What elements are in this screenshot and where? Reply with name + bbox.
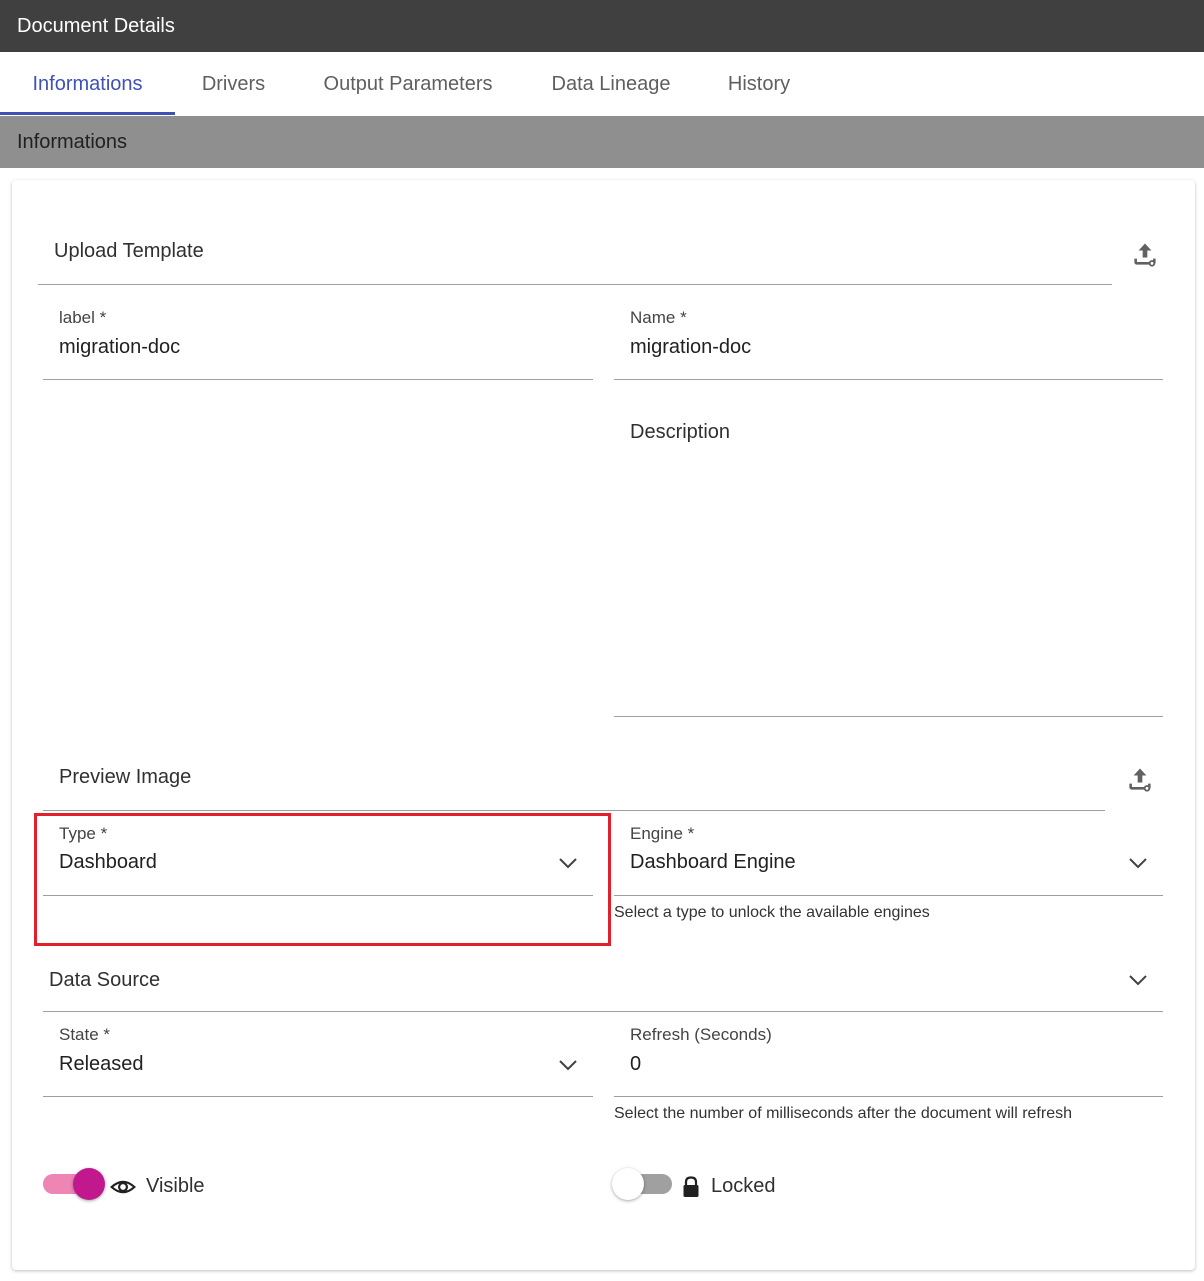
engine-chevron-down-icon[interactable] <box>1126 851 1150 875</box>
state-chevron-down-icon[interactable] <box>556 1053 580 1077</box>
engine-select[interactable]: Dashboard Engine <box>630 851 1110 874</box>
lock-icon <box>683 1176 699 1197</box>
engine-underline <box>614 895 1163 896</box>
refresh-underline <box>614 1096 1163 1097</box>
tab-data-lineage[interactable]: Data Lineage <box>536 52 686 116</box>
visible-label: Visible <box>146 1175 205 1197</box>
upload-template-label: Upload Template <box>54 240 204 262</box>
visible-toggle[interactable] <box>43 1166 105 1202</box>
data-source-label[interactable]: Data Source <box>49 969 160 992</box>
name-underline <box>614 379 1163 380</box>
state-field-label: State * <box>59 1025 111 1044</box>
refresh-input[interactable]: 0 <box>630 1053 1150 1076</box>
type-highlight-box <box>34 813 611 946</box>
preview-image-label: Preview Image <box>59 766 192 788</box>
upload-template-icon[interactable] <box>1131 240 1159 268</box>
state-select[interactable]: Released <box>59 1053 539 1076</box>
label-input[interactable]: migration-doc <box>59 336 579 359</box>
engine-helper-text: Select a type to unlock the available en… <box>614 904 930 921</box>
preview-image-upload-icon[interactable] <box>1126 765 1154 793</box>
tab-bar: Informations Drivers Output Parameters D… <box>0 52 1204 116</box>
name-input[interactable]: migration-doc <box>630 336 1150 359</box>
active-tab-indicator <box>0 112 175 115</box>
locked-toggle[interactable] <box>612 1166 674 1202</box>
tab-drivers[interactable]: Drivers <box>185 52 282 116</box>
window-title: Document Details <box>0 0 1204 52</box>
upload-template-divider <box>38 284 1112 285</box>
locked-toggle-thumb <box>612 1168 644 1200</box>
state-underline <box>43 1096 593 1097</box>
tab-history[interactable]: History <box>712 52 806 116</box>
data-source-divider <box>43 1011 1163 1012</box>
name-field-label: Name * <box>630 308 687 327</box>
tab-informations[interactable]: Informations <box>0 52 175 116</box>
label-underline <box>43 379 593 380</box>
visible-toggle-thumb <box>73 1168 105 1200</box>
section-header: Informations <box>0 116 1204 168</box>
data-source-chevron-down-icon[interactable] <box>1126 968 1150 992</box>
refresh-helper-text: Select the number of milliseconds after … <box>614 1105 1072 1122</box>
description-textarea[interactable] <box>614 400 1163 715</box>
eye-icon <box>110 1180 136 1194</box>
description-underline <box>614 716 1163 717</box>
label-field-label: label * <box>59 308 107 327</box>
engine-field-label: Engine * <box>630 824 695 843</box>
locked-label: Locked <box>711 1175 776 1197</box>
tab-output-parameters[interactable]: Output Parameters <box>305 52 511 116</box>
preview-image-divider <box>43 810 1105 811</box>
refresh-field-label: Refresh (Seconds) <box>630 1025 772 1044</box>
